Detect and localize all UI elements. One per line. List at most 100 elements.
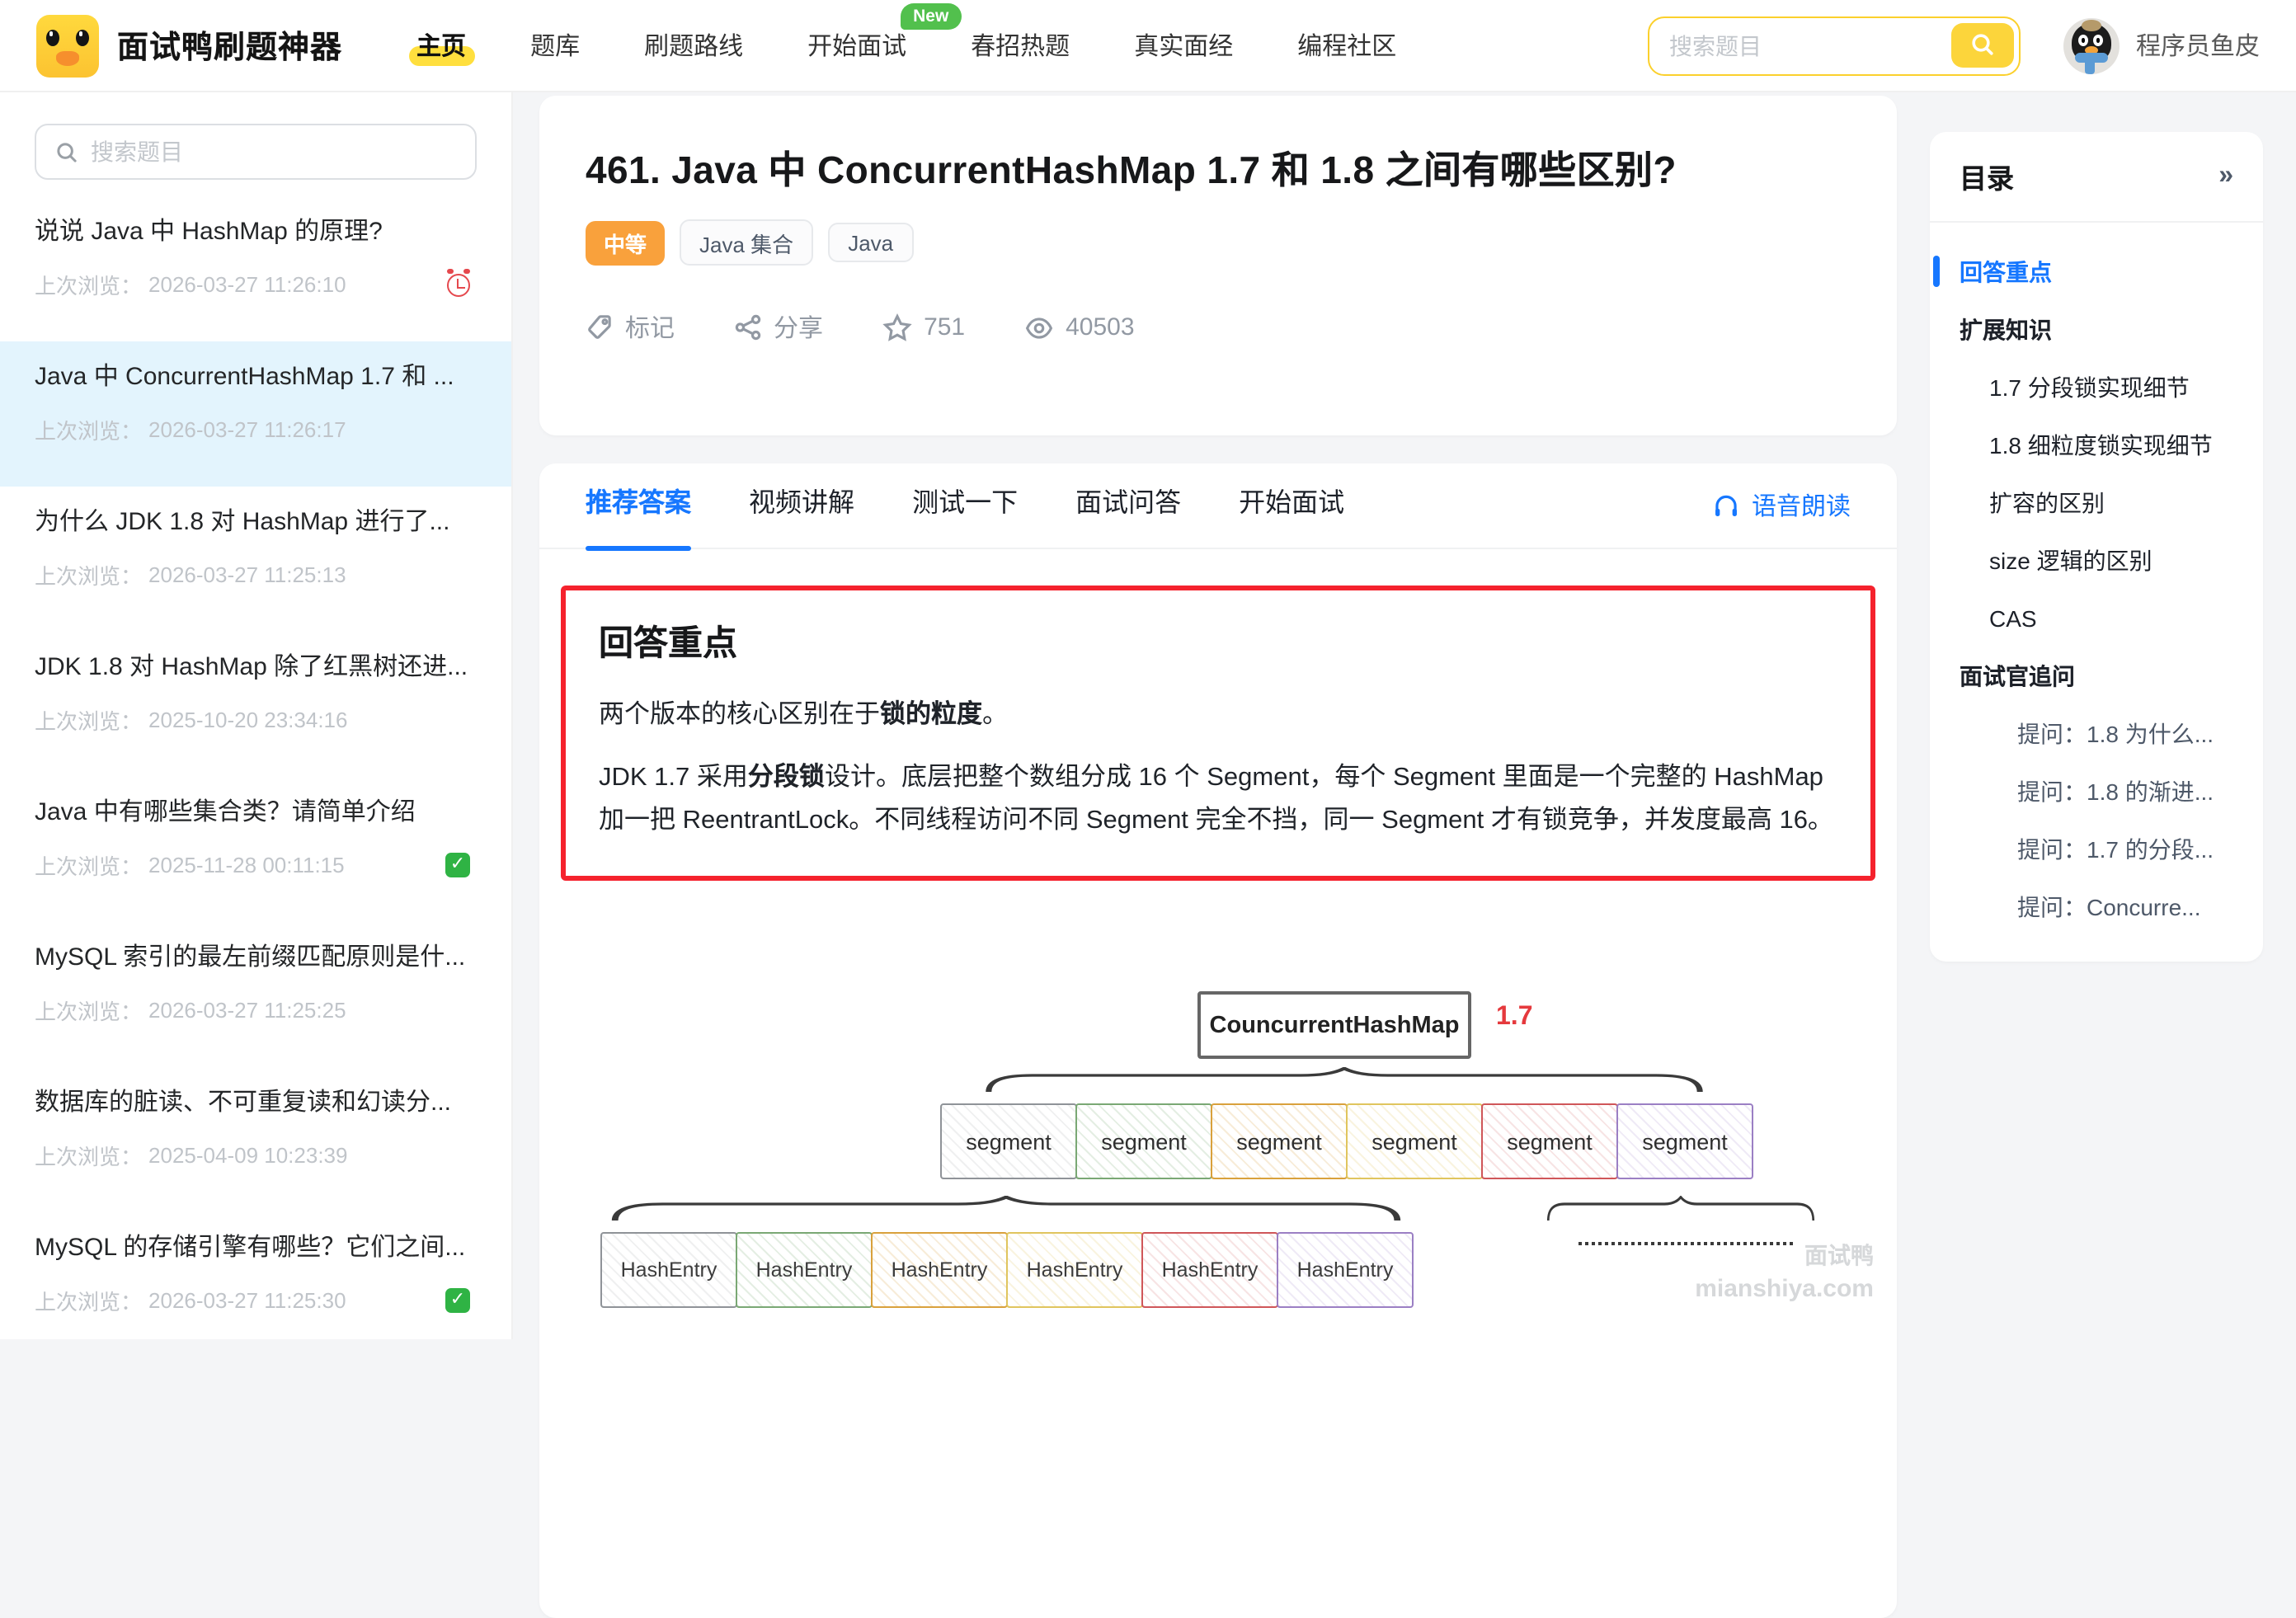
tab-interview-qa[interactable]: 面试问答: [1075, 463, 1181, 548]
hashentry-box: HashEntry: [1141, 1232, 1278, 1308]
alarm-clock-icon: [447, 273, 470, 296]
sidebar-search-input[interactable]: [91, 139, 421, 165]
hashentry-box: HashEntry: [871, 1232, 1008, 1308]
mark-button[interactable]: 标记: [586, 310, 675, 345]
question-list-item[interactable]: MySQL 的存储引擎有哪些？它们之间... 上次浏览： 2026-03-27 …: [0, 1212, 511, 1339]
question-list-item[interactable]: Java 中有哪些集合类？请简单介绍 上次浏览： 2025-11-28 00:1…: [0, 777, 511, 922]
question-list-item[interactable]: JDK 1.8 对 HashMap 除了红黑树还进... 上次浏览： 2025-…: [0, 632, 511, 777]
last-viewed-time: 2026-03-27 11:26:10: [148, 272, 346, 297]
toc-item-interviewer-followups[interactable]: 面试官追问: [1930, 647, 2263, 704]
question-list-item[interactable]: 说说 Java 中 HashMap 的原理? 上次浏览： 2026-03-27 …: [0, 196, 511, 341]
table-of-contents: 目录 » 回答重点 扩展知识 1.7 分段锁实现细节 1.8 细粒度锁实现细节 …: [1930, 132, 2263, 962]
nav-home[interactable]: 主页: [416, 28, 466, 63]
star-count: 751: [924, 313, 965, 341]
main-nav: 主页 题库 刷题路线 开始面试 New 春招热题 真实面经 编程社区: [416, 28, 1396, 63]
brace-top: [981, 1067, 1707, 1094]
nav-start-interview[interactable]: 开始面试 New: [807, 28, 906, 63]
segment-box: segment: [1346, 1103, 1483, 1179]
app-root: 面试鸭刷题神器 主页 题库 刷题路线 开始面试 New 春招热题 真实面经 编程…: [0, 0, 2296, 1339]
toc-title: 目录: [1960, 157, 2014, 196]
tab-recommended-answer[interactable]: 推荐答案: [586, 463, 691, 548]
toc-item-extended-knowledge[interactable]: 扩展知识: [1930, 300, 2263, 358]
concurrenthashmap-1.7-diagram: CouncurrentHashMap 1.7 segment segment s…: [539, 991, 1897, 1371]
eye-icon: [1024, 313, 1054, 342]
toc-item-size-logic[interactable]: size 逻辑的区别: [1930, 531, 2263, 589]
question-stats: 标记 分享 751 40503: [586, 310, 1851, 345]
toc-item-resize-difference[interactable]: 扩容的区别: [1930, 473, 2263, 531]
header-search-input[interactable]: [1669, 32, 1933, 59]
last-viewed-label: 上次浏览：: [35, 995, 142, 1026]
tag-chip[interactable]: Java 集合: [680, 219, 813, 266]
last-viewed-label: 上次浏览：: [35, 1285, 142, 1316]
collapse-chevrons-icon[interactable]: »: [2218, 162, 2233, 191]
tag-chip[interactable]: Java: [828, 223, 913, 262]
question-list-sidebar: 说说 Java 中 HashMap 的原理? 上次浏览： 2026-03-27 …: [0, 92, 513, 1339]
last-viewed-label: 上次浏览：: [35, 704, 142, 736]
nav-spring-hot[interactable]: 春招热题: [971, 28, 1070, 63]
nav-question-bank[interactable]: 题库: [530, 28, 580, 63]
toc-item-question-3[interactable]: 提问：1.7 的分段...: [1930, 820, 2263, 877]
diagram-version-label: 1.7: [1496, 1003, 1533, 1032]
duck-beak: [56, 50, 79, 65]
question-tags: 中等 Java 集合 Java: [586, 219, 1851, 266]
top-navbar: 面试鸭刷题神器 主页 题库 刷题路线 开始面试 New 春招热题 真实面经 编程…: [0, 0, 2296, 92]
toc-item-cas[interactable]: CAS: [1930, 589, 2263, 647]
question-list-item[interactable]: 为什么 JDK 1.8 对 HashMap 进行了... 上次浏览： 2026-…: [0, 487, 511, 632]
duck-logo-icon[interactable]: [36, 14, 99, 77]
tab-video-explanation[interactable]: 视频讲解: [749, 463, 854, 548]
share-button[interactable]: 分享: [734, 310, 823, 345]
difficulty-badge: 中等: [586, 220, 665, 265]
last-viewed-time: 2026-03-27 11:26:17: [148, 417, 346, 442]
last-viewed-time: 2025-10-20 23:34:16: [148, 708, 347, 732]
nav-real-interviews[interactable]: 真实面经: [1134, 28, 1233, 63]
search-icon: [54, 139, 79, 164]
answer-paragraph: JDK 1.7 采用分段锁设计。底层把整个数组分成 16 个 Segment，每…: [599, 757, 1837, 843]
nav-study-path[interactable]: 刷题路线: [644, 28, 743, 63]
last-viewed-label: 上次浏览：: [35, 849, 142, 881]
toc-item-question-4[interactable]: 提问：Concurre...: [1930, 877, 2263, 935]
duck-eye-right: [76, 29, 89, 45]
hashentry-box: HashEntry: [1006, 1232, 1143, 1308]
sidebar-search-box: [35, 124, 477, 180]
view-count-value: 40503: [1066, 313, 1134, 341]
hashentry-box: HashEntry: [736, 1232, 873, 1308]
username: 程序员鱼皮: [2136, 28, 2260, 63]
header-search-button[interactable]: [1951, 22, 2014, 67]
toc-item-question-2[interactable]: 提问：1.8 的渐进...: [1930, 762, 2263, 820]
last-viewed-time: 2026-03-27 11:25:30: [148, 1288, 346, 1313]
hashentry-box: HashEntry: [1277, 1232, 1414, 1308]
last-viewed-label: 上次浏览：: [35, 269, 142, 300]
header-right: 程序员鱼皮: [1648, 16, 2260, 75]
tab-quiz[interactable]: 测试一下: [912, 463, 1018, 548]
hashentry-box: HashEntry: [600, 1232, 737, 1308]
answer-card: 推荐答案 视频讲解 测试一下 面试问答 开始面试 语音朗读 回答重点 两个版本的…: [539, 463, 1897, 1618]
headphones-icon: [1712, 492, 1740, 520]
question-list-item[interactable]: 数据库的脏读、不可重复读和幻读分... 上次浏览： 2025-04-09 10:…: [0, 1067, 511, 1212]
text-to-speech-button[interactable]: 语音朗读: [1712, 488, 1851, 523]
segment-box: segment: [940, 1103, 1077, 1179]
avatar: [2063, 17, 2120, 73]
brand-title: 面试鸭刷题神器: [117, 23, 342, 68]
tag-icon: [586, 313, 614, 341]
last-viewed-label: 上次浏览：: [35, 414, 142, 445]
star-count-button[interactable]: 751: [882, 313, 965, 342]
user-menu[interactable]: 程序员鱼皮: [2063, 17, 2260, 73]
diagram-root-box: CouncurrentHashMap: [1197, 991, 1471, 1059]
check-mark-icon: [445, 1288, 470, 1313]
nav-coding-community[interactable]: 编程社区: [1297, 28, 1396, 63]
star-icon: [882, 313, 912, 342]
toc-item-1.8-fine-grained-lock[interactable]: 1.8 细粒度锁实现细节: [1930, 416, 2263, 473]
question-list-item[interactable]: MySQL 索引的最左前缀匹配原则是什... 上次浏览： 2026-03-27 …: [0, 922, 511, 1067]
last-viewed-time: 2026-03-27 11:25:25: [148, 998, 346, 1023]
toc-item-1.7-segment-lock[interactable]: 1.7 分段锁实现细节: [1930, 358, 2263, 416]
brace-right: [1546, 1196, 1816, 1222]
question-title: 461. Java 中 ConcurrentHashMap 1.7 和 1.8 …: [586, 139, 1851, 195]
toc-item-key-points[interactable]: 回答重点: [1930, 242, 2263, 300]
question-list-item-active[interactable]: Java 中 ConcurrentHashMap 1.7 和 ... 上次浏览：…: [0, 341, 511, 487]
tab-start-interview[interactable]: 开始面试: [1239, 463, 1344, 548]
toc-item-question-1[interactable]: 提问：1.8 为什么...: [1930, 704, 2263, 762]
segment-box: segment: [1616, 1103, 1753, 1179]
watermark: 面试鸭 mianshiya.com: [1695, 1239, 1874, 1308]
toc-list: 回答重点 扩展知识 1.7 分段锁实现细节 1.8 细粒度锁实现细节 扩容的区别…: [1930, 223, 2263, 935]
last-viewed-time: 2026-03-27 11:25:13: [148, 562, 346, 587]
